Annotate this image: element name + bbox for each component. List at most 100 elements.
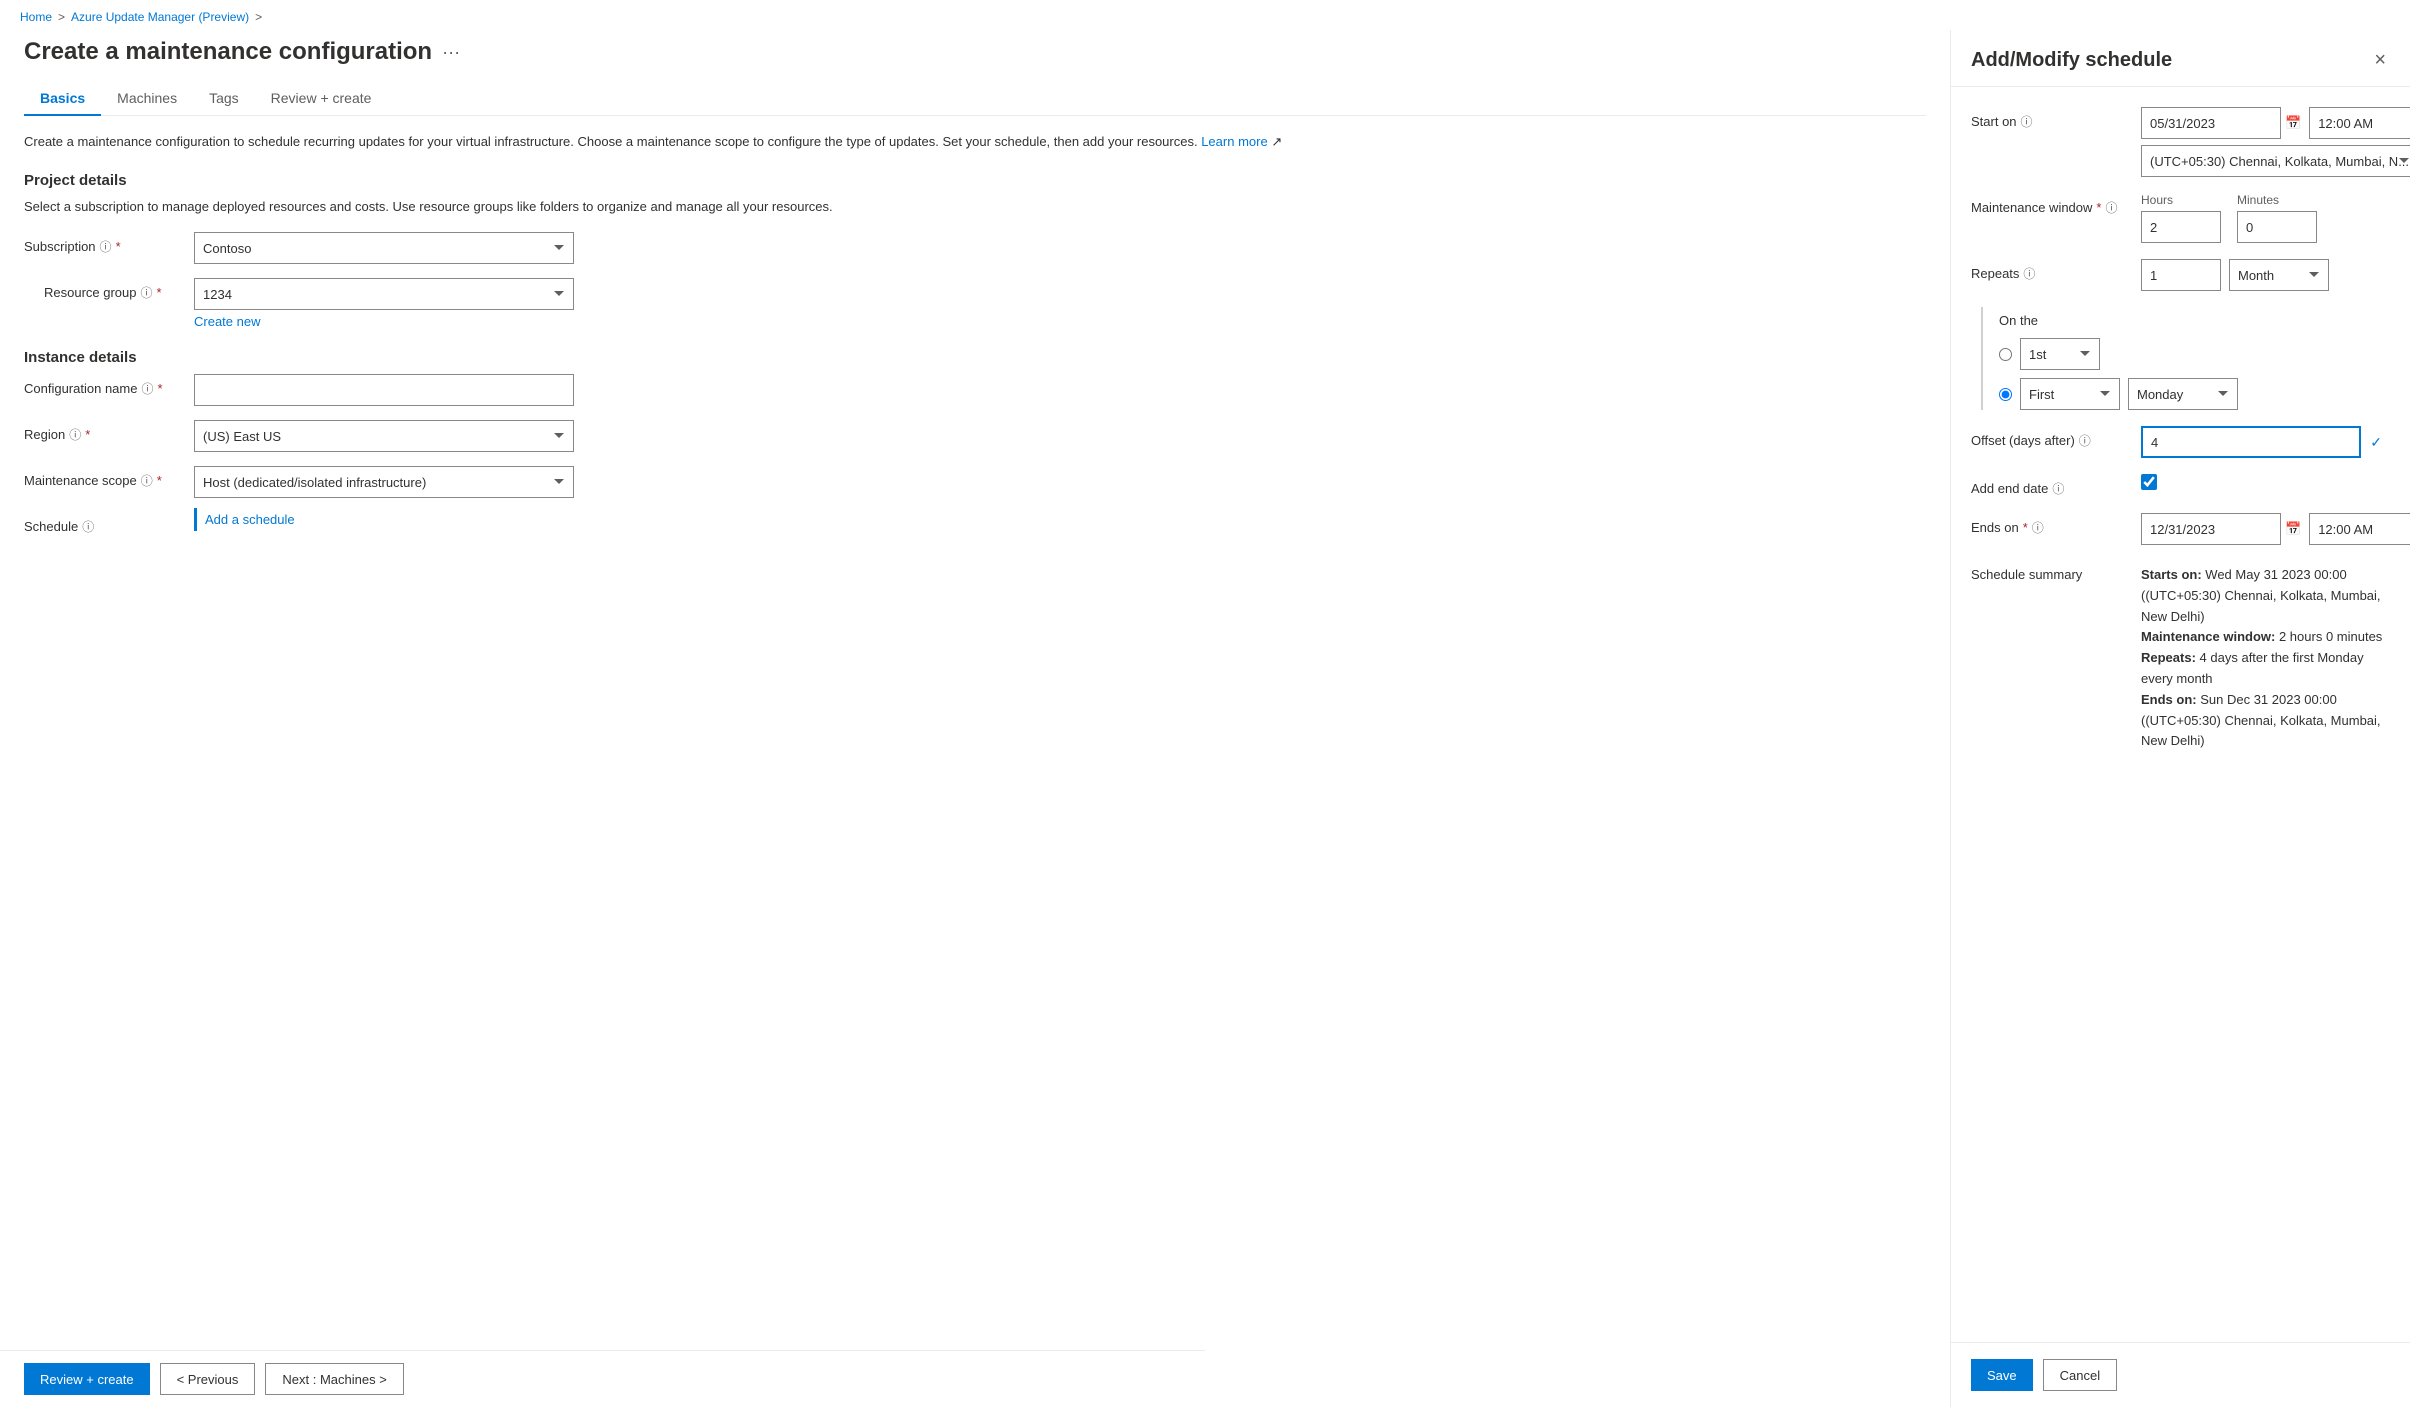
tabs: Basics Machines Tags Review + create [24, 82, 1926, 116]
region-info-icon: ⓘ [69, 426, 81, 443]
starts-on-bold: Starts on: [2141, 567, 2202, 582]
tab-review-create[interactable]: Review + create [255, 82, 388, 116]
save-button[interactable]: Save [1971, 1359, 2033, 1391]
bottom-bar: Review + create < Previous Next : Machin… [0, 1350, 1205, 1407]
start-time-input[interactable] [2309, 107, 2410, 139]
repeats-bold: Repeats: [2141, 650, 2196, 665]
ends-on-row: Ends on * ⓘ 📅 [1971, 513, 2390, 545]
tab-basics[interactable]: Basics [24, 82, 101, 116]
breadcrumb-sep2: > [255, 10, 262, 24]
schedule-info-icon: ⓘ [82, 518, 94, 535]
add-end-date-checkbox[interactable] [2141, 474, 2157, 490]
day-number-select[interactable]: 1st [2020, 338, 2100, 370]
region-required: * [85, 427, 90, 442]
breadcrumb: Home > Azure Update Manager (Preview) > [0, 0, 2410, 30]
minutes-input[interactable]: 0 [2237, 211, 2317, 243]
resource-group-select[interactable]: 1234 [194, 278, 574, 310]
maintenance-scope-info-icon: ⓘ [141, 472, 153, 489]
radio-day-number[interactable] [1999, 348, 2012, 361]
maintenance-scope-row: Maintenance scope ⓘ * Host (dedicated/is… [24, 466, 1926, 498]
tab-machines[interactable]: Machines [101, 82, 193, 116]
start-on-row: Start on ⓘ 05/31/2023 📅 (UTC+05:30) Chen… [1971, 107, 2390, 177]
region-label: Region [24, 427, 65, 442]
repeats-row: Repeats ⓘ Month [1971, 259, 2390, 291]
learn-more-link[interactable]: Learn more [1201, 134, 1267, 149]
radio-ordinal-day[interactable] [1999, 388, 2012, 401]
maintenance-window-required: * [2096, 200, 2101, 215]
review-create-button[interactable]: Review + create [24, 1363, 150, 1395]
add-end-date-info-icon: ⓘ [2052, 480, 2064, 497]
config-name-input[interactable] [194, 374, 574, 406]
add-schedule-link[interactable]: Add a schedule [194, 508, 295, 531]
repeats-label: Repeats [1971, 266, 2019, 281]
config-name-row: Configuration name ⓘ * [24, 374, 1926, 406]
add-end-date-row: Add end date ⓘ [1971, 474, 2390, 497]
breadcrumb-azure[interactable]: Azure Update Manager (Preview) [71, 10, 249, 24]
window-bold: Maintenance window: [2141, 629, 2275, 644]
page-description: Create a maintenance configuration to sc… [24, 132, 1926, 152]
ends-on-info-icon: ⓘ [2032, 519, 2044, 536]
ends-on-required: * [2023, 520, 2028, 535]
create-new-link[interactable]: Create new [194, 314, 574, 329]
offset-label: Offset (days after) [1971, 433, 2075, 448]
start-date-calendar-icon[interactable]: 📅 [2285, 115, 2301, 131]
side-panel-footer: Save Cancel [1951, 1342, 2410, 1407]
minutes-label: Minutes [2237, 193, 2317, 207]
more-icon[interactable]: ··· [442, 42, 460, 63]
maintenance-window-label: Maintenance window [1971, 200, 2092, 215]
schedule-row: Schedule ⓘ Add a schedule [24, 512, 1926, 535]
hours-input[interactable]: 2 [2141, 211, 2221, 243]
resource-group-required: * [157, 285, 162, 300]
offset-info-icon: ⓘ [2079, 432, 2091, 449]
subscription-required: * [116, 239, 121, 254]
breadcrumb-home[interactable]: Home [20, 10, 52, 24]
page-title: Create a maintenance configuration [24, 38, 432, 66]
end-time-input[interactable] [2309, 513, 2410, 545]
schedule-summary-label: Schedule summary [1971, 567, 2082, 582]
external-link-icon: ↗ [1271, 134, 1282, 149]
on-the-label: On the [1999, 307, 2390, 328]
region-select[interactable]: (US) East US [194, 420, 574, 452]
left-panel: Create a maintenance configuration ··· B… [0, 30, 1950, 1407]
resource-group-info-icon: ⓘ [141, 284, 153, 301]
maintenance-scope-label: Maintenance scope [24, 473, 137, 488]
side-panel-header: Add/Modify schedule × [1951, 30, 2410, 87]
end-date-calendar-icon[interactable]: 📅 [2285, 521, 2301, 537]
subscription-label: Subscription [24, 239, 96, 254]
ends-on-bold: Ends on: [2141, 692, 2197, 707]
subscription-select[interactable]: Contoso [194, 232, 574, 264]
timezone-select[interactable]: (UTC+05:30) Chennai, Kolkata, Mumbai, N.… [2141, 145, 2410, 177]
repeats-value-input[interactable] [2141, 259, 2221, 291]
config-name-required: * [157, 381, 162, 396]
next-machines-button[interactable]: Next : Machines > [265, 1363, 403, 1395]
maintenance-window-info-icon: ⓘ [2105, 199, 2117, 216]
start-on-label: Start on [1971, 114, 2017, 129]
close-button[interactable]: × [2370, 46, 2390, 74]
config-name-label: Configuration name [24, 381, 137, 396]
repeats-info-icon: ⓘ [2023, 265, 2035, 282]
project-details-desc: Select a subscription to manage deployed… [24, 197, 1926, 217]
side-panel: Add/Modify schedule × Start on ⓘ 05/31/2… [1950, 30, 2410, 1407]
cancel-button[interactable]: Cancel [2043, 1359, 2117, 1391]
offset-input[interactable] [2141, 426, 2361, 458]
ends-on-label: Ends on [1971, 520, 2019, 535]
region-row: Region ⓘ * (US) East US [24, 420, 1926, 452]
maintenance-scope-select[interactable]: Host (dedicated/isolated infrastructure) [194, 466, 574, 498]
breadcrumb-sep1: > [58, 10, 65, 24]
offset-check-icon: ✓ [2370, 434, 2382, 451]
tab-tags[interactable]: Tags [193, 82, 255, 116]
resource-group-row: Resource group ⓘ * 1234 Create new [24, 278, 1926, 329]
project-details-header: Project details [24, 172, 1926, 189]
previous-button[interactable]: < Previous [160, 1363, 256, 1395]
on-the-section: On the 1st First [1981, 307, 2390, 410]
ordinal-select[interactable]: First [2020, 378, 2120, 410]
subscription-row: Subscription ⓘ * Contoso [24, 232, 1926, 264]
schedule-label: Schedule [24, 519, 78, 534]
repeats-unit-select[interactable]: Month [2229, 259, 2329, 291]
start-date-input[interactable]: 05/31/2023 [2141, 107, 2281, 139]
schedule-summary-row: Schedule summary Starts on: Wed May 31 2… [1971, 561, 2390, 752]
end-date-input[interactable] [2141, 513, 2281, 545]
instance-details-header: Instance details [24, 349, 1926, 366]
start-on-info-icon: ⓘ [2021, 113, 2033, 130]
day-select[interactable]: Monday [2128, 378, 2238, 410]
